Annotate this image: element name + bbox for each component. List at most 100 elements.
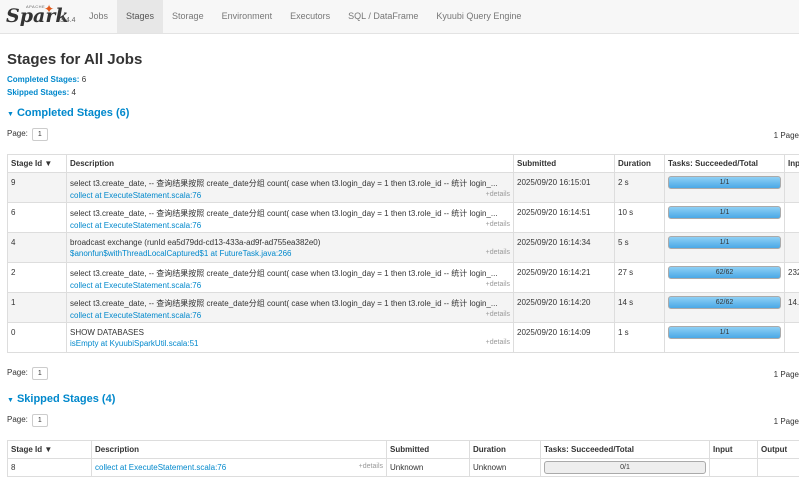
column-header[interactable]: Tasks: Succeeded/Total <box>541 441 710 459</box>
page-number-input[interactable]: 1 <box>32 414 48 427</box>
submitted-time: 2025/09/20 16:14:09 <box>517 328 611 337</box>
duration: 2 s <box>618 178 661 187</box>
column-header[interactable]: Input <box>710 441 758 459</box>
spark-logo[interactable]: APACHE ✦ Spark 3.4.4 <box>6 2 86 31</box>
stage-detail-link[interactable]: collect at ExecuteStatement.scala:76 <box>95 463 226 472</box>
input-size: 232 <box>788 268 799 277</box>
tasks-cell: 62/62 <box>665 263 785 293</box>
column-header[interactable]: Duration <box>615 155 665 173</box>
duration: 14 s <box>618 298 661 307</box>
stage-detail-link[interactable]: collect at ExecuteStatement.scala:76 <box>70 281 201 290</box>
column-header[interactable]: Stage Id ▼ <box>8 441 92 459</box>
details-toggle[interactable]: +details <box>486 221 510 230</box>
skipped-stages-table: Stage Id ▼DescriptionSubmittedDurationTa… <box>7 440 799 477</box>
stage-detail-link[interactable]: collect at ExecuteStatement.scala:76 <box>70 311 201 320</box>
column-header[interactable]: Stage Id ▼ <box>8 155 67 173</box>
details-toggle[interactable]: +details <box>486 191 510 200</box>
duration: Unknown <box>470 459 541 477</box>
tasks-cell: 62/62 <box>665 293 785 323</box>
page-number-input[interactable]: 1 <box>32 128 48 141</box>
nav-tab-kyuubi-query-engine[interactable]: Kyuubi Query Engine <box>427 0 530 33</box>
description-cell: SHOW DATABASES isEmpty at KyuubiSparkUtil… <box>67 323 514 353</box>
stage-id: 8 <box>8 459 92 477</box>
column-header[interactable]: Inp <box>785 155 799 173</box>
stage-id-cell: 4 <box>8 233 67 263</box>
output-size <box>758 459 799 477</box>
duration-cell: 2 s <box>615 173 665 203</box>
column-header[interactable]: Submitted <box>514 155 615 173</box>
nav-tab-jobs[interactable]: Jobs <box>80 0 117 33</box>
stage-link-row: $anonfun$withThreadLocalCaptured$1 at Fu… <box>70 249 510 258</box>
duration-cell: 1 s <box>615 323 665 353</box>
nav-tab-storage[interactable]: Storage <box>163 0 213 33</box>
stage-detail-link[interactable]: collect at ExecuteStatement.scala:76 <box>70 191 201 200</box>
stage-detail-link[interactable]: collect at ExecuteStatement.scala:76 <box>70 221 201 230</box>
completed-section-title: Completed Stages (6) <box>17 107 129 119</box>
stage-id-cell: 9 <box>8 173 67 203</box>
nav-tab-environment[interactable]: Environment <box>213 0 282 33</box>
stage-id-cell: 1 <box>8 293 67 323</box>
page-label: Page: <box>7 129 28 138</box>
input-cell <box>785 323 799 353</box>
duration-cell: 5 s <box>615 233 665 263</box>
pager-skipped: Page:1 <box>7 414 48 427</box>
table-row: 0 SHOW DATABASES isEmpty at KyuubiSparkUti… <box>8 323 799 353</box>
stage-link-row: collect at ExecuteStatement.scala:76 +det… <box>95 463 383 472</box>
page-number-input[interactable]: 1 <box>32 367 48 380</box>
skipped-stages-link[interactable]: Skipped Stages: <box>7 88 69 97</box>
table-row: 6select t3.create_date, -- 查询结果按照 create… <box>8 203 799 233</box>
column-header[interactable]: Description <box>67 155 514 173</box>
submitted-cell: 2025/09/20 16:14:20 <box>514 293 615 323</box>
skipped-section-header[interactable]: ▼Skipped Stages (4) <box>7 393 115 405</box>
completed-section-header[interactable]: ▼Completed Stages (6) <box>7 107 129 119</box>
description-cell: select t3.create_date, -- 查询结果按照 create_… <box>67 293 514 323</box>
stage-id: 2 <box>11 268 63 277</box>
stage-description: select t3.create_date, -- 查询结果按照 create_… <box>70 208 510 219</box>
stage-link-row: collect at ExecuteStatement.scala:76 +det… <box>70 191 510 200</box>
submitted-cell: 2025/09/20 16:14:34 <box>514 233 615 263</box>
column-header[interactable]: Submitted <box>387 441 470 459</box>
pager-top: Page: 1 <box>7 128 48 141</box>
spark-version: 3.4.4 <box>60 17 76 24</box>
stage-id: 9 <box>11 178 63 187</box>
task-progress-bar: 1/1 <box>668 206 781 219</box>
description-cell: select t3.create_date, -- 查询结果按照 create_… <box>67 173 514 203</box>
description-cell: collect at ExecuteStatement.scala:76 +det… <box>92 459 387 477</box>
stage-detail-link[interactable]: $anonfun$withThreadLocalCaptured$1 at Fu… <box>70 249 291 258</box>
submitted-time: 2025/09/20 16:14:20 <box>517 298 611 307</box>
stage-description: SHOW DATABASES <box>70 328 510 337</box>
column-header[interactable]: Description <box>92 441 387 459</box>
nav-tab-stages[interactable]: Stages <box>117 0 163 33</box>
description-cell: select t3.create_date, -- 查询结果按照 create_… <box>67 263 514 293</box>
page-count: 1 Page <box>774 131 799 140</box>
details-toggle[interactable]: +details <box>359 463 383 472</box>
details-toggle[interactable]: +details <box>486 249 510 258</box>
table-row: 8collect at ExecuteStatement.scala:76 +de… <box>8 459 799 477</box>
stage-id: 4 <box>11 238 63 247</box>
pager-bottom: Page:1 <box>7 367 48 380</box>
submitted-time: 2025/09/20 16:14:21 <box>517 268 611 277</box>
stage-id: 0 <box>11 328 63 337</box>
details-toggle[interactable]: +details <box>486 311 510 320</box>
details-toggle[interactable]: +details <box>486 281 510 290</box>
nav-tab-sql-dataframe[interactable]: SQL / DataFrame <box>339 0 427 33</box>
column-header[interactable]: Output <box>758 441 799 459</box>
page-count-skipped: 1 Page <box>774 417 799 426</box>
submitted-cell: 2025/09/20 16:14:21 <box>514 263 615 293</box>
collapse-triangle-icon: ▼ <box>7 111 14 118</box>
duration-cell: 14 s <box>615 293 665 323</box>
task-progress-bar: 0/1 <box>544 461 706 474</box>
details-toggle[interactable]: +details <box>486 339 510 348</box>
tasks-cell: 1/1 <box>665 233 785 263</box>
submitted-cell: 2025/09/20 16:14:09 <box>514 323 615 353</box>
column-header[interactable]: Tasks: Succeeded/Total <box>665 155 785 173</box>
table-row: 4broadcast exchange (runId ea5d79dd-cd13… <box>8 233 799 263</box>
stage-description: select t3.create_date, -- 查询结果按照 create_… <box>70 268 510 279</box>
nav-tab-executors[interactable]: Executors <box>281 0 339 33</box>
stage-id-cell: 2 <box>8 263 67 293</box>
column-header[interactable]: Duration <box>470 441 541 459</box>
stage-detail-link[interactable]: isEmpty at KyuubiSparkUtil.scala:51 <box>70 339 199 348</box>
task-progress-bar: 1/1 <box>668 236 781 249</box>
completed-stages-link[interactable]: Completed Stages: <box>7 75 79 84</box>
stage-link-row: isEmpty at KyuubiSparkUtil.scala:51 +deta… <box>70 339 510 348</box>
